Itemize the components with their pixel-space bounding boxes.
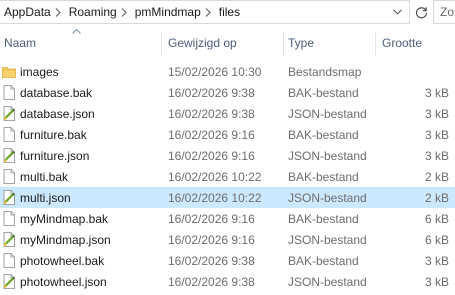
file-size: 3 kB xyxy=(424,253,449,268)
file-modified-date: 16/02/2026 9:16 xyxy=(168,211,255,226)
file-name: database.bak xyxy=(20,85,93,100)
file-icon xyxy=(2,253,16,268)
file-name: images xyxy=(20,64,59,79)
column-header-name[interactable]: Naam xyxy=(0,28,162,58)
folder-icon xyxy=(2,64,16,79)
breadcrumb-label: pmMindmap xyxy=(134,5,201,19)
file-icon xyxy=(2,127,16,142)
file-type: BAK-bestand xyxy=(288,253,359,268)
json-file-icon xyxy=(2,106,16,121)
breadcrumb-label: files xyxy=(218,5,241,19)
file-row[interactable]: myMindmap.bak 16/02/2026 9:16 BAK-bestand 6… xyxy=(0,208,455,229)
file-type: JSON-bestand xyxy=(288,190,367,205)
column-header-modified[interactable]: Gewijzigd op xyxy=(164,28,284,58)
file-row[interactable]: database.bak 16/02/2026 9:38 BAK-bestand 3 … xyxy=(0,82,455,103)
file-icon xyxy=(2,169,16,184)
file-modified-date: 16/02/2026 9:16 xyxy=(168,148,255,163)
file-name: furniture.json xyxy=(20,148,90,163)
file-modified-date: 15/02/2026 10:30 xyxy=(168,64,262,79)
file-type: BAK-bestand xyxy=(288,211,359,226)
file-row[interactable]: multi.json 16/02/2026 10:22 JSON-bestand 2 … xyxy=(0,187,455,208)
chevron-right-icon[interactable] xyxy=(117,1,131,23)
file-modified-date: 16/02/2026 9:38 xyxy=(168,85,255,100)
file-row[interactable]: photowheel.json 16/02/2026 9:38 JSON-besta… xyxy=(0,271,455,292)
file-modified-date: 16/02/2026 9:16 xyxy=(168,232,255,247)
address-history-button[interactable] xyxy=(385,1,409,23)
column-divider[interactable] xyxy=(161,32,162,56)
file-size: 2 kB xyxy=(424,190,449,205)
sort-ascending-icon xyxy=(72,29,81,34)
file-size: 3 kB xyxy=(424,274,449,289)
file-name: multi.bak xyxy=(20,169,69,184)
file-name: myMindmap.json xyxy=(20,232,111,247)
file-row[interactable]: photowheel.bak 16/02/2026 9:38 BAK-bestand… xyxy=(0,250,455,271)
breadcrumb-item-appdata[interactable]: AppData xyxy=(0,1,65,23)
file-modified-date: 16/02/2026 9:38 xyxy=(168,106,255,121)
file-modified-date: 16/02/2026 9:16 xyxy=(168,127,255,142)
chevron-down-icon xyxy=(392,9,402,15)
file-type: BAK-bestand xyxy=(288,85,359,100)
file-size: 6 kB xyxy=(424,211,449,226)
file-name: multi.json xyxy=(20,190,71,205)
file-row[interactable]: database.json 16/02/2026 9:38 JSON-bestand… xyxy=(0,103,455,124)
file-modified-date: 16/02/2026 10:22 xyxy=(168,190,262,205)
file-list: images 15/02/2026 10:30 Bestandsmap databas… xyxy=(0,61,455,292)
refresh-icon xyxy=(416,6,428,18)
breadcrumb-item-files[interactable]: files xyxy=(215,1,240,23)
file-row[interactable]: myMindmap.json 16/02/2026 9:16 JSON-bestan… xyxy=(0,229,455,250)
json-file-icon xyxy=(2,148,16,163)
search-input[interactable]: Zo xyxy=(433,0,455,24)
breadcrumb-item-pmmindmap[interactable]: pmMindmap xyxy=(131,1,215,23)
file-name: myMindmap.bak xyxy=(20,211,109,226)
file-row[interactable]: multi.bak 16/02/2026 10:22 BAK-bestand 2 kB xyxy=(0,166,455,187)
file-modified-date: 16/02/2026 10:22 xyxy=(168,169,262,184)
file-icon xyxy=(2,211,16,226)
address-bar[interactable]: AppData Roaming pmMindmap files xyxy=(0,0,410,24)
file-type: BAK-bestand xyxy=(288,127,359,142)
file-type: JSON-bestand xyxy=(288,106,367,121)
file-icon xyxy=(2,85,16,100)
file-name: photowheel.bak xyxy=(20,253,105,268)
json-file-icon xyxy=(2,232,16,247)
file-type: JSON-bestand xyxy=(288,148,367,163)
column-header-type[interactable]: Type xyxy=(284,28,376,58)
breadcrumb-label: Roaming xyxy=(68,5,117,19)
column-headers: Naam Gewijzigd op Type Grootte xyxy=(0,28,455,58)
file-size: 2 kB xyxy=(424,169,449,184)
chevron-right-icon[interactable] xyxy=(51,1,65,23)
file-row[interactable]: furniture.json 16/02/2026 9:16 JSON-bestan… xyxy=(0,145,455,166)
file-type: JSON-bestand xyxy=(288,232,367,247)
file-row[interactable]: furniture.bak 16/02/2026 9:16 BAK-bestand 3… xyxy=(0,124,455,145)
file-name: photowheel.json xyxy=(20,274,107,289)
column-header-size[interactable]: Grootte xyxy=(378,28,455,58)
file-size: 3 kB xyxy=(424,148,449,163)
file-size: 6 kB xyxy=(424,232,449,247)
refresh-button[interactable] xyxy=(410,0,433,24)
file-size: 3 kB xyxy=(424,106,449,121)
chevron-right-icon[interactable] xyxy=(201,1,215,23)
file-modified-date: 16/02/2026 9:38 xyxy=(168,274,255,289)
file-modified-date: 16/02/2026 9:38 xyxy=(168,253,255,268)
file-row[interactable]: images 15/02/2026 10:30 Bestandsmap xyxy=(0,61,455,82)
search-placeholder: Zo xyxy=(440,5,455,19)
column-divider[interactable] xyxy=(375,32,376,56)
json-file-icon xyxy=(2,274,16,289)
column-header-label: Naam xyxy=(4,36,37,50)
json-file-icon xyxy=(2,190,16,205)
file-type: Bestandsmap xyxy=(288,64,362,79)
file-name: database.json xyxy=(20,106,95,121)
column-header-label: Type xyxy=(288,36,315,50)
column-header-label: Gewijzigd op xyxy=(168,36,237,50)
file-size: 3 kB xyxy=(424,127,449,142)
file-type: JSON-bestand xyxy=(288,274,367,289)
column-header-label: Grootte xyxy=(382,36,423,50)
file-type: BAK-bestand xyxy=(288,169,359,184)
file-name: furniture.bak xyxy=(20,127,87,142)
breadcrumb-label: AppData xyxy=(4,5,51,19)
file-size: 3 kB xyxy=(424,85,449,100)
breadcrumb-item-roaming[interactable]: Roaming xyxy=(65,1,131,23)
